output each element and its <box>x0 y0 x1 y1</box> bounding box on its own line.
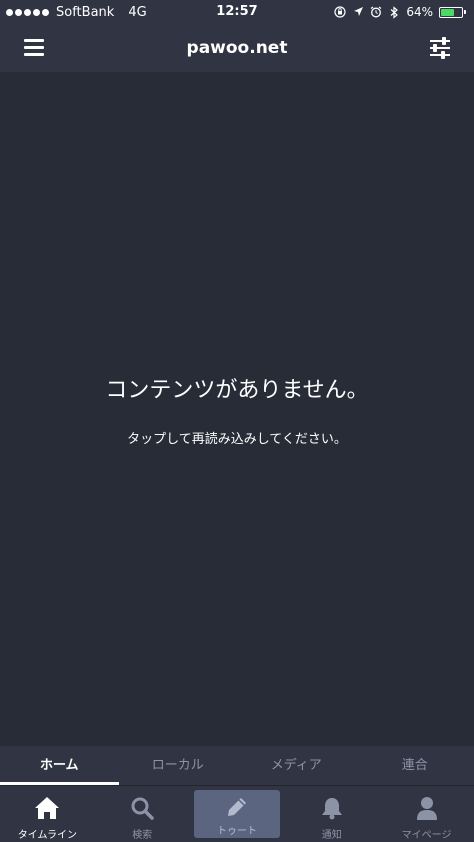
user-icon <box>416 797 437 820</box>
nav-label-notifications: 通知 <box>321 830 342 841</box>
nav-search[interactable]: 検索 <box>95 786 190 842</box>
status-right: 64% <box>334 0 466 24</box>
tab-media[interactable]: メディア <box>237 746 356 785</box>
tab-local[interactable]: ローカル <box>119 746 238 785</box>
search-icon <box>131 797 154 820</box>
column-settings-button[interactable] <box>428 37 452 59</box>
tab-federated[interactable]: 連合 <box>356 746 474 785</box>
nav-toot[interactable]: トゥート <box>190 786 285 842</box>
pencil-icon <box>227 798 246 816</box>
home-icon <box>35 797 60 819</box>
battery-icon <box>439 6 466 18</box>
nav-label-mypage: マイページ <box>401 830 452 841</box>
empty-state-subtitle: タップして再読み込みしてください。 <box>127 432 347 447</box>
status-bar: SoftBank 4G 12:57 64% <box>0 0 474 24</box>
orientation-lock-icon <box>334 6 346 18</box>
sliders-icon <box>430 37 450 59</box>
page-title: pawoo.net <box>186 38 288 58</box>
nav-notifications[interactable]: 通知 <box>284 786 379 842</box>
location-icon <box>352 6 364 18</box>
bluetooth-icon <box>388 6 400 19</box>
bottom-navigation: タイムライン 検索 トゥート 通知 マイページ <box>0 786 474 842</box>
timeline-tabs: ホーム ローカル メディア 連合 <box>0 746 474 786</box>
nav-timeline[interactable]: タイムライン <box>0 786 95 842</box>
app-header: pawoo.net <box>0 24 474 72</box>
nav-mypage[interactable]: マイページ <box>379 786 474 842</box>
empty-state-title: コンテンツがありません。 <box>105 378 369 403</box>
alarm-icon <box>370 6 382 18</box>
tab-home[interactable]: ホーム <box>0 746 119 785</box>
nav-label-search: 検索 <box>132 830 153 841</box>
bell-icon <box>321 798 342 820</box>
battery-percent: 64% <box>406 5 433 19</box>
nav-label-timeline: タイムライン <box>17 830 78 841</box>
timeline-area[interactable]: コンテンツがありません。 タップして再読み込みしてください。 <box>0 72 474 746</box>
nav-label-toot: トゥート <box>216 826 257 837</box>
